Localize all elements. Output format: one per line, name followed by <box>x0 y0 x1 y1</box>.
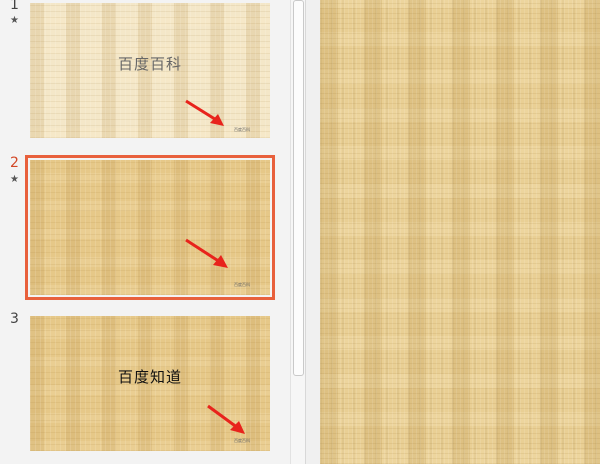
parchment-background <box>320 0 600 464</box>
slide-thumbnail-pane: 1 ★ 百度百科 百度百科 2 ★ 百度百科 3 百度知道 百度百科 <box>0 0 290 464</box>
red-arrow-icon <box>207 404 245 434</box>
slide-thumbnail-2[interactable]: 百度百科 <box>25 155 275 300</box>
thumbnail-scrollbar[interactable] <box>290 0 306 464</box>
slide-footer-text: 百度百科 <box>234 438 250 443</box>
star-icon: ★ <box>10 15 19 26</box>
pane-divider[interactable] <box>306 0 320 464</box>
slide-number: 1 <box>10 0 19 13</box>
parchment-background <box>30 160 270 295</box>
star-icon: ★ <box>10 174 19 185</box>
slide-footer-text: 百度百科 <box>234 127 250 132</box>
slide-footer-text: 百度百科 <box>234 282 250 287</box>
slide-number: 3 <box>10 311 19 327</box>
scrollbar-thumb[interactable] <box>293 0 304 376</box>
slide-title: 百度知道 <box>117 368 182 386</box>
slide-title: 百度百科 <box>117 55 182 73</box>
slide-editing-canvas[interactable] <box>320 0 600 464</box>
slide-number: 2 <box>10 155 19 171</box>
slide-thumbnail-1[interactable]: 百度百科 百度百科 <box>30 3 270 138</box>
slide-thumbnail-3[interactable]: 百度知道 百度百科 <box>30 316 270 451</box>
red-arrow-icon <box>185 99 224 126</box>
red-arrow-icon <box>185 238 228 268</box>
